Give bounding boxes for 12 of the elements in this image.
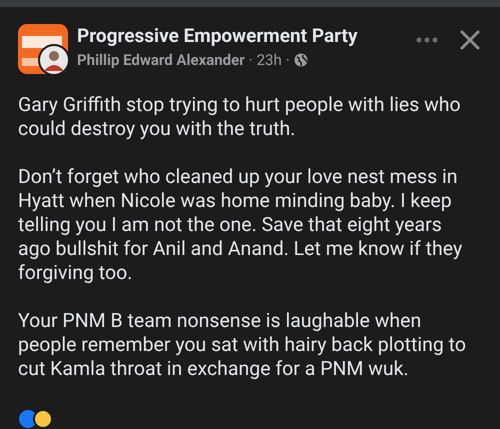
page-name[interactable]: Progressive Empowerment Party	[77, 24, 358, 48]
separator: ·	[248, 50, 253, 70]
separator: ·	[286, 50, 290, 70]
post-time[interactable]: 23h	[256, 50, 282, 70]
more-icon[interactable]	[416, 37, 438, 43]
post-paragraph: Don’t forget who cleaned up your love nest mess in Hyatt when Nicole was home minding baby. I keep telling you I am not the one. Save that eight years ago bullshit for Anil and Anand. Let me know if they forgiving too.	[18, 165, 464, 285]
close-icon[interactable]	[460, 30, 480, 50]
post-paragraph: Your PNM B team nonsense is laughable when people remember you sat with hairy back plotting to cut Kamla throat in exchange for a PNM wuk.	[18, 309, 467, 381]
author-name[interactable]: Phillip Edward Alexander	[77, 50, 245, 70]
avatar-icon	[38, 44, 70, 76]
post-paragraph: Gary Griffith stop trying to hurt people with lies who could destroy you with the truth.	[18, 93, 462, 141]
globe-icon	[294, 53, 308, 67]
